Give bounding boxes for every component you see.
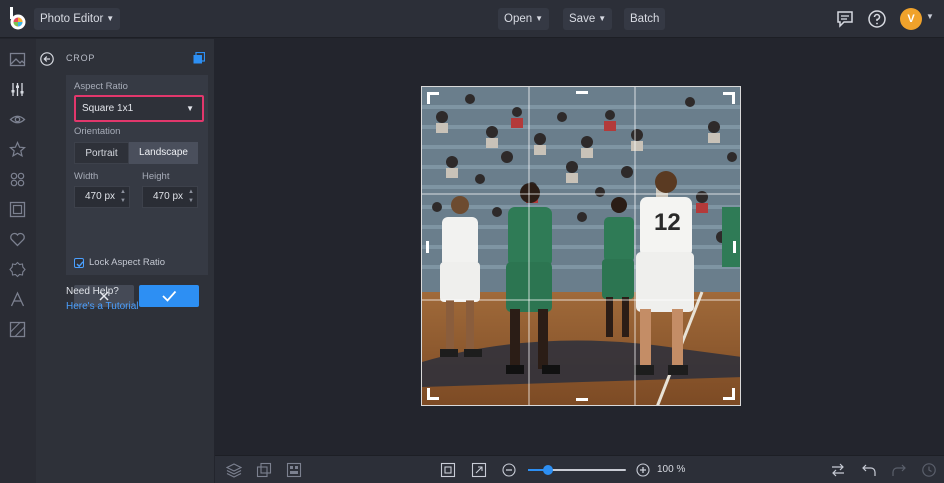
help-heading: Need Help? — [66, 286, 119, 297]
layers-copy-icon[interactable] — [193, 52, 205, 64]
texture-icon[interactable] — [9, 321, 26, 338]
sticker-icon[interactable] — [9, 261, 26, 278]
redo-icon[interactable] — [891, 462, 907, 478]
zoom-slider-thumb[interactable] — [542, 465, 553, 475]
check-icon — [162, 290, 177, 302]
crop-handle-top-right[interactable] — [723, 92, 735, 104]
sliders-icon[interactable] — [9, 81, 26, 98]
text-icon[interactable] — [9, 291, 26, 308]
crop-handle-left[interactable] — [426, 241, 429, 253]
width-unit: px — [104, 191, 115, 202]
height-label: Height — [142, 171, 170, 182]
chevron-down-icon[interactable]: ▼ — [926, 12, 934, 21]
height-value: 470 — [152, 191, 170, 202]
crop-handle-bottom-left[interactable] — [427, 388, 439, 400]
layers-icon[interactable] — [226, 462, 242, 478]
chevron-down-icon: ▼ — [598, 14, 607, 23]
image-icon[interactable] — [9, 51, 26, 68]
app-switcher[interactable]: Photo Editor ▼ — [34, 8, 121, 30]
crop-settings: Aspect Ratio Square 1x1 ▼ Orientation Po… — [66, 75, 208, 307]
batch-label: Batch — [630, 13, 660, 25]
crop-handle-top-left[interactable] — [427, 92, 439, 104]
svg-text:12: 12 — [654, 209, 681, 236]
lock-aspect-label[interactable]: Lock Aspect Ratio — [89, 257, 165, 268]
checkmark-icon — [76, 261, 84, 268]
crop-handle-bottom[interactable] — [576, 398, 588, 401]
save-menu-button[interactable]: Save ▼ — [563, 8, 613, 30]
shapes-icon[interactable] — [9, 171, 26, 188]
editor-canvas: 12 — [215, 39, 944, 455]
orientation-portrait-button[interactable]: Portrait — [74, 142, 129, 164]
crop-handle-right[interactable] — [733, 241, 736, 253]
aspect-ratio-label: Aspect Ratio — [74, 81, 128, 92]
open-menu-label: Open — [504, 13, 533, 25]
orientation-label: Orientation — [74, 126, 121, 137]
open-menu-button[interactable]: Open ▼ — [498, 8, 550, 30]
crop-panel: CROP Aspect Ratio Square 1x1 ▼ Orientati… — [36, 39, 214, 483]
eye-icon[interactable] — [9, 111, 26, 128]
width-stepper[interactable]: ▲ ▼ — [120, 188, 126, 206]
chevron-down-icon: ▼ — [186, 104, 194, 113]
zoom-in-icon[interactable] — [635, 462, 651, 478]
star-icon[interactable] — [9, 141, 26, 158]
app-switcher-label: Photo Editor — [40, 13, 104, 25]
save-menu-label: Save — [569, 13, 596, 25]
chevron-down-icon: ▼ — [106, 14, 115, 23]
frame-icon[interactable] — [9, 201, 26, 218]
crop-handle-top[interactable] — [576, 91, 588, 94]
crop-image[interactable]: 12 — [421, 86, 741, 406]
aspect-ratio-select[interactable]: Square 1x1 ▼ — [74, 95, 204, 122]
width-input[interactable]: 470 px ▲ ▼ — [74, 186, 130, 208]
batch-button[interactable]: Batch — [624, 8, 666, 30]
actual-size-icon[interactable] — [471, 462, 487, 478]
chevron-down-icon: ▼ — [535, 14, 544, 23]
height-unit: px — [172, 191, 183, 202]
height-input[interactable]: 470 px ▲ ▼ — [142, 186, 198, 208]
zoom-level: 100 % — [657, 464, 686, 475]
tutorial-link[interactable]: Here's a Tutorial — [66, 301, 139, 312]
zoom-out-icon[interactable] — [501, 462, 517, 478]
fit-screen-icon[interactable] — [440, 462, 456, 478]
grid-view-icon[interactable] — [286, 462, 302, 478]
crop-handle-bottom-right[interactable] — [723, 388, 735, 400]
undo-icon[interactable] — [861, 462, 877, 478]
bottom-toolbar: 100 % — [215, 455, 944, 483]
width-value: 470 — [84, 191, 102, 202]
back-arrow-icon[interactable] — [40, 52, 54, 66]
orientation-landscape-button[interactable]: Landscape — [129, 142, 198, 164]
basketball-photo: 12 — [422, 87, 740, 405]
apply-button[interactable] — [139, 285, 199, 307]
compare-icon[interactable] — [256, 462, 272, 478]
history-icon[interactable] — [921, 462, 937, 478]
top-bar: Photo Editor ▼ Open ▼ Save ▼ Batch V ▼ — [0, 0, 944, 38]
help-icon[interactable] — [867, 9, 887, 29]
panel-title: CROP — [66, 53, 96, 63]
feedback-icon[interactable] — [835, 9, 855, 29]
height-stepper[interactable]: ▲ ▼ — [188, 188, 194, 206]
heart-icon[interactable] — [9, 231, 26, 248]
aspect-ratio-value: Square 1x1 — [82, 103, 134, 114]
width-label: Width — [74, 171, 99, 182]
befunky-logo-icon[interactable] — [7, 7, 29, 31]
tool-rail — [0, 39, 36, 483]
user-avatar[interactable]: V — [900, 8, 922, 30]
swap-icon[interactable] — [830, 462, 846, 478]
lock-aspect-checkbox[interactable] — [74, 258, 84, 268]
